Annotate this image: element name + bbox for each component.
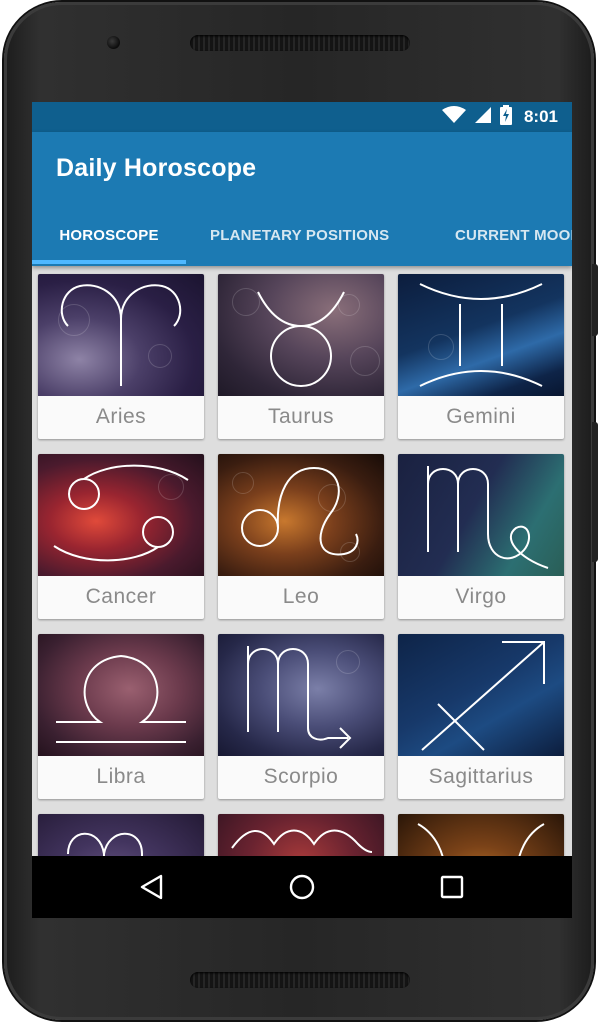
sign-card-sagittarius[interactable]: Sagittarius — [398, 634, 564, 799]
sign-label: Cancer — [85, 585, 157, 608]
sign-label: Scorpio — [263, 765, 339, 788]
status-time: 8:01 — [523, 107, 558, 126]
leo-symbol-icon — [241, 466, 359, 556]
recents-button[interactable] — [422, 866, 482, 908]
sign-card-taurus[interactable]: Taurus — [218, 274, 384, 439]
home-button[interactable] — [272, 866, 332, 908]
pisces-symbol-icon — [417, 823, 545, 856]
sign-label: Aries — [95, 405, 147, 428]
sign-label: Gemini — [446, 405, 516, 428]
aries-image — [38, 274, 204, 396]
sign-card-capricorn[interactable] — [38, 814, 204, 856]
sign-label: Sagittarius — [428, 765, 534, 788]
aquarius-symbol-icon — [231, 829, 373, 853]
power-button — [592, 264, 598, 336]
recents-square-icon — [440, 875, 464, 899]
navigation-bar — [32, 856, 572, 918]
cell-signal-icon — [474, 106, 492, 129]
sign-card-gemini[interactable]: Gemini — [398, 274, 564, 439]
libra-symbol-icon — [56, 654, 186, 743]
top-speaker-grille — [190, 35, 410, 51]
cancer-image — [38, 454, 204, 576]
virgo-symbol-icon — [427, 466, 549, 569]
pisces-image — [398, 814, 564, 856]
aquarius-image — [218, 814, 384, 856]
scorpio-symbol-icon — [247, 646, 352, 749]
app-bar: Daily Horoscope HOROSCOPE PLANETARY POSI… — [32, 132, 572, 266]
capricorn-symbol-icon — [67, 832, 143, 856]
sagittarius-image — [398, 634, 564, 756]
wifi-icon — [441, 105, 466, 129]
sign-card-virgo[interactable]: Virgo — [398, 454, 564, 619]
sign-label: Leo — [282, 585, 320, 608]
sign-card-libra[interactable]: Libra — [38, 634, 204, 799]
aries-symbol-icon — [60, 284, 182, 386]
taurus-symbol-icon — [257, 291, 345, 387]
sign-card-leo[interactable]: Leo — [218, 454, 384, 619]
device-screen: 8:01 Daily Horoscope HOROSCOPE PLANETARY… — [32, 102, 572, 918]
scorpio-image — [218, 634, 384, 756]
capricorn-image — [38, 814, 204, 856]
sign-label: Virgo — [455, 585, 507, 608]
tab-indicator — [32, 260, 186, 264]
taurus-image — [218, 274, 384, 396]
sagittarius-symbol-icon — [421, 641, 545, 751]
sign-label: Libra — [96, 765, 146, 788]
front-camera — [107, 36, 120, 49]
back-button[interactable] — [122, 866, 182, 908]
bottom-speaker-grille — [190, 972, 410, 988]
home-circle-icon — [289, 874, 315, 900]
sign-card-aries[interactable]: Aries — [38, 274, 204, 439]
tab-planetary-positions[interactable]: PLANETARY POSITIONS — [210, 224, 389, 266]
sign-card-cancer[interactable]: Cancer — [38, 454, 204, 619]
phone-frame: 8:01 Daily Horoscope HOROSCOPE PLANETARY… — [4, 2, 598, 1020]
gemini-image — [398, 274, 564, 396]
sign-grid: Aries Taurus Gemini Cancer Leo Virgo Lib… — [32, 266, 572, 856]
virgo-image — [398, 454, 564, 576]
sign-card-scorpio[interactable]: Scorpio — [218, 634, 384, 799]
app-title: Daily Horoscope — [56, 154, 257, 182]
status-bar: 8:01 — [32, 102, 572, 132]
sign-card-pisces[interactable] — [398, 814, 564, 856]
battery-charging-icon — [499, 104, 512, 130]
volume-button — [592, 422, 598, 562]
libra-image — [38, 634, 204, 756]
sign-label: Taurus — [267, 405, 335, 428]
sign-card-aquarius[interactable] — [218, 814, 384, 856]
leo-image — [218, 454, 384, 576]
back-triangle-icon — [140, 874, 163, 900]
tab-current-moon[interactable]: CURRENT MOON — [455, 224, 572, 266]
cancer-symbol-icon — [53, 464, 189, 562]
gemini-symbol-icon — [419, 283, 543, 387]
